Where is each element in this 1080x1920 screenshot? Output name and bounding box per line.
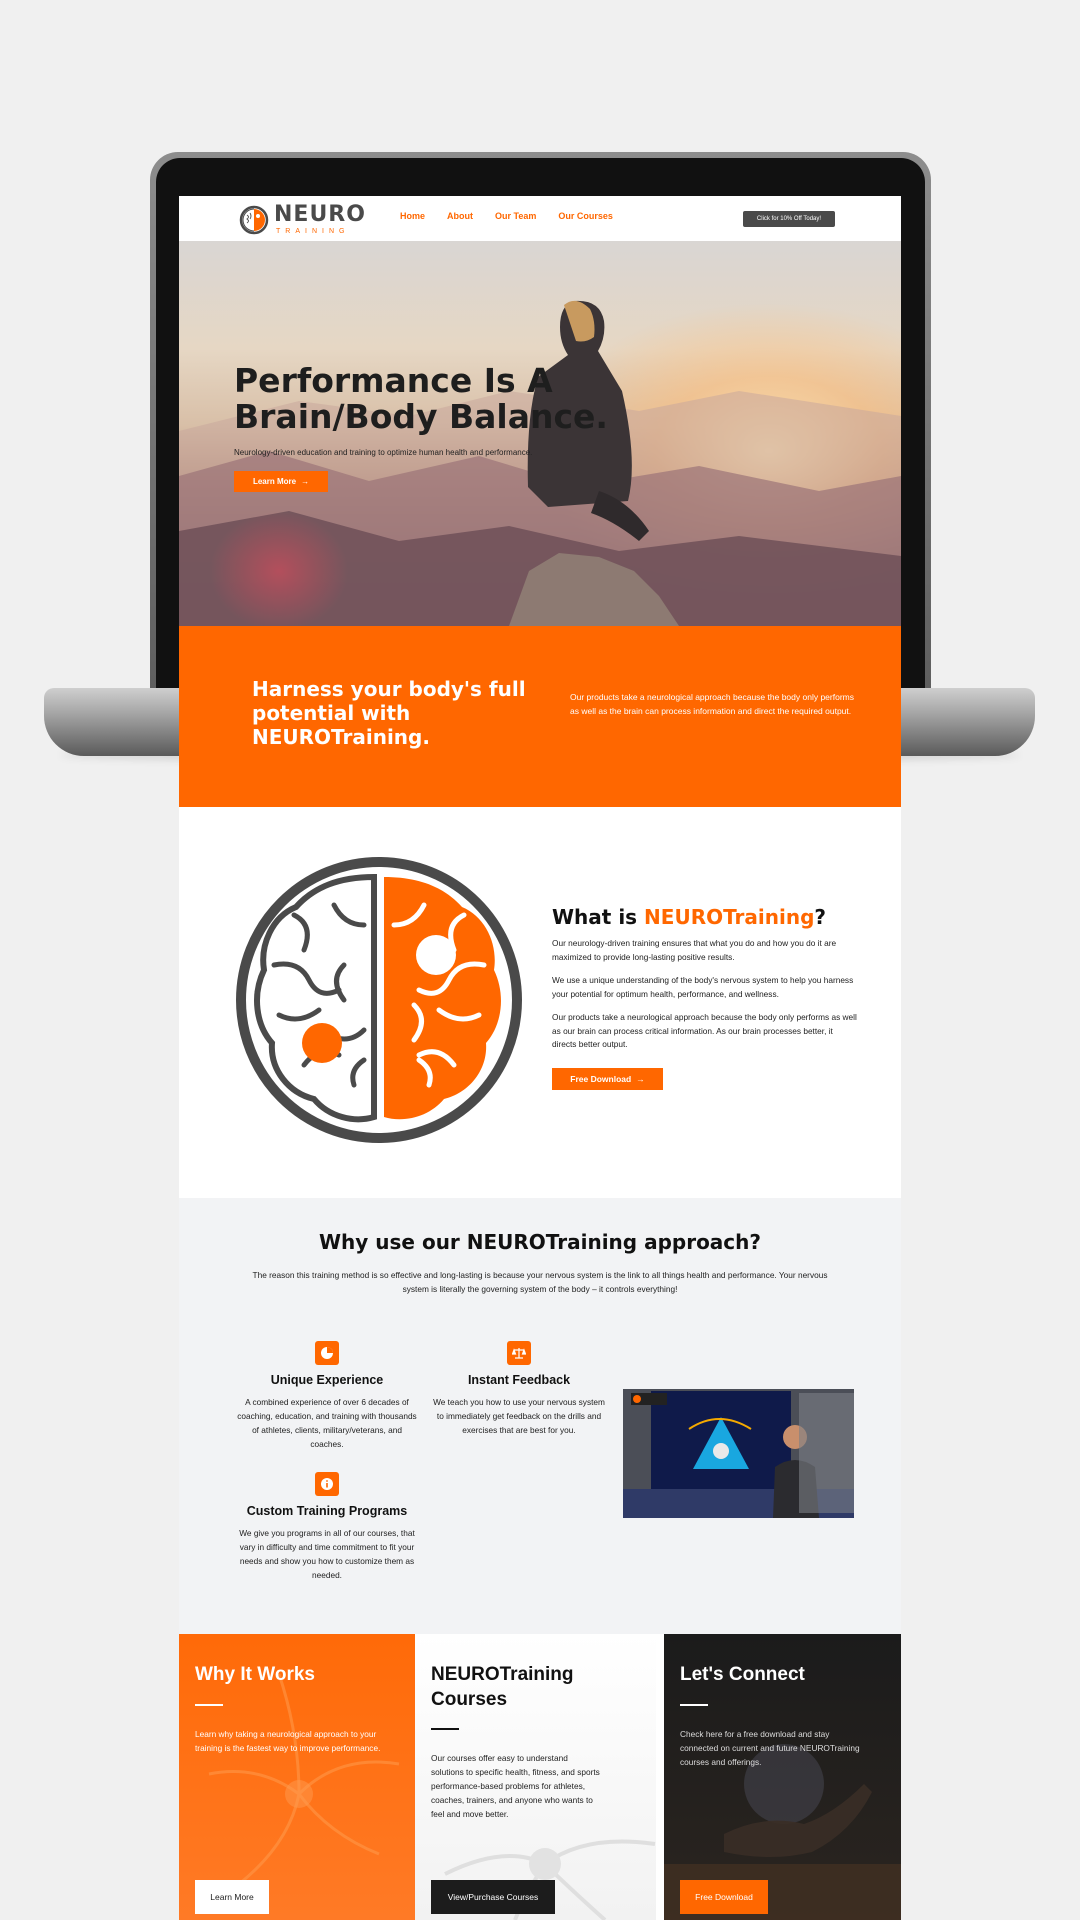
- what-is-title: What is NEUROTraining?: [552, 905, 826, 929]
- card-courses: NEUROTraining Courses Our courses offer …: [415, 1634, 656, 1920]
- card-divider: [195, 1704, 223, 1706]
- feature-text: We teach you how to use your nervous sys…: [433, 1397, 605, 1435]
- nav-home[interactable]: Home: [400, 211, 425, 221]
- feature-title: Unique Experience: [270, 1373, 384, 1387]
- why-subtitle: The reason this training method is so ef…: [252, 1270, 828, 1294]
- what-is-section: What is NEUROTraining? Our neurology-dri…: [179, 807, 901, 1198]
- what-is-title-highlight: NEUROTraining: [644, 905, 815, 929]
- scale-icon: [507, 1341, 531, 1365]
- training-video-thumbnail[interactable]: [623, 1389, 854, 1518]
- card-lets-connect: Let's Connect Check here for a free down…: [664, 1634, 901, 1920]
- feature-title: Custom Training Programs: [246, 1504, 408, 1518]
- free-download-button[interactable]: Free Download →: [552, 1068, 663, 1090]
- why-section: Why use our NEUROTraining approach? The …: [179, 1198, 901, 1634]
- feature-text: We give you programs in all of our cours…: [239, 1528, 415, 1580]
- feature-unique-experience: Unique Experience A combined experience …: [237, 1341, 417, 1451]
- card-title: Let's Connect: [680, 1664, 805, 1685]
- view-courses-button[interactable]: View/Purchase Courses: [431, 1880, 555, 1914]
- what-is-title-suffix: ?: [814, 905, 827, 929]
- nav-our-team[interactable]: Our Team: [495, 211, 536, 221]
- free-download-button[interactable]: Free Download: [680, 1880, 768, 1914]
- free-download-label: Free Download: [570, 1074, 632, 1084]
- hero-subtitle: Neurology-driven education and training …: [234, 448, 533, 457]
- brain-logo-icon: [239, 205, 269, 234]
- hero-title-line2: Brain/Body Balance.: [234, 397, 608, 436]
- feature-instant-feedback: Instant Feedback We teach you how to use…: [429, 1341, 609, 1437]
- card-divider: [431, 1728, 459, 1730]
- video-frame-image: [623, 1389, 854, 1518]
- card-text: Learn why taking a neurological approach…: [195, 1729, 381, 1753]
- lens-flare: [209, 511, 349, 626]
- logo-subtitle: TRAINING: [276, 228, 350, 235]
- what-is-paragraph-2: We use a unique understanding of the bod…: [552, 975, 854, 999]
- info-icon: [315, 1472, 339, 1496]
- harness-text: Our products take a neurological approac…: [570, 692, 854, 716]
- site-header: NEURO TRAINING Home About Our Team Our C…: [179, 196, 901, 241]
- hero-section: Performance Is A Brain/Body Balance. Neu…: [179, 241, 901, 626]
- logo-word: NEURO: [274, 202, 366, 227]
- brain-illustration-icon: [236, 857, 522, 1143]
- hero-title: Performance Is A Brain/Body Balance.: [234, 363, 654, 435]
- what-is-title-prefix: What is: [552, 905, 645, 929]
- main-nav: Home About Our Team Our Courses: [400, 211, 613, 221]
- logo[interactable]: NEURO TRAINING: [239, 204, 366, 235]
- card-why-it-works: Why It Works Learn why taking a neurolog…: [179, 1634, 420, 1920]
- learn-more-button[interactable]: Learn More →: [234, 471, 328, 492]
- harness-title: Harness your body's full potential with …: [252, 677, 526, 749]
- what-is-paragraph-3: Our products take a neurological approac…: [552, 1012, 857, 1049]
- learn-more-label: Learn More: [252, 477, 297, 486]
- card-text: Our courses offer easy to understand sol…: [431, 1753, 600, 1819]
- arrow-right-icon: →: [301, 477, 310, 486]
- cards-section: Why It Works Learn why taking a neurolog…: [179, 1634, 901, 1920]
- harness-section: Harness your body's full potential with …: [179, 626, 901, 807]
- hero-title-line1: Performance Is A: [234, 361, 553, 400]
- card-title: Why It Works: [195, 1664, 315, 1685]
- pie-chart-icon: [315, 1341, 339, 1365]
- arrow-right-icon: →: [636, 1074, 645, 1084]
- nav-our-courses[interactable]: Our Courses: [558, 211, 613, 221]
- card-title: NEUROTraining Courses: [431, 1664, 574, 1710]
- learn-more-button[interactable]: Learn More: [195, 1880, 269, 1914]
- nav-about[interactable]: About: [447, 211, 473, 221]
- discount-button[interactable]: Click for 10% Off Today!: [743, 211, 835, 227]
- feature-custom-programs: Custom Training Programs We give you pro…: [237, 1472, 417, 1582]
- why-title: Why use our NEUROTraining approach?: [318, 1230, 761, 1254]
- website-page: NEURO TRAINING Home About Our Team Our C…: [179, 196, 901, 1920]
- what-is-paragraph-1: Our neurology-driven training ensures th…: [552, 938, 837, 962]
- feature-text: A combined experience of over 6 decades …: [237, 1397, 417, 1449]
- feature-title: Instant Feedback: [467, 1373, 571, 1387]
- card-text: Check here for a free download and stay …: [680, 1729, 860, 1767]
- card-divider: [680, 1704, 708, 1706]
